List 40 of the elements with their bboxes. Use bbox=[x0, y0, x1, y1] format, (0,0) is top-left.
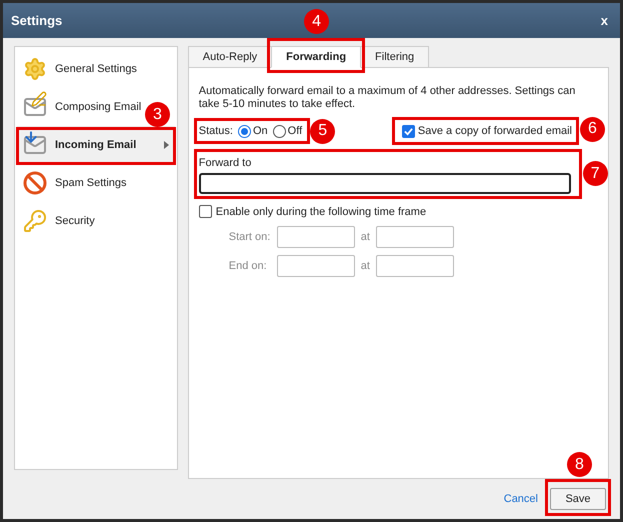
date-field[interactable] bbox=[276, 226, 355, 248]
checkbox[interactable] bbox=[402, 124, 415, 138]
time-label: at bbox=[360, 258, 370, 274]
description-text: Automatically forward email to a maximum of 4 other addresses. Settings can take 5-10 minutes to take effect. bbox=[198, 85, 576, 111]
step-number-badge: 5 bbox=[310, 118, 336, 144]
window-title: Settings bbox=[11, 12, 62, 30]
cancel-link[interactable]: Cancel bbox=[504, 490, 538, 508]
key-icon bbox=[23, 209, 47, 233]
radio-label: Off bbox=[288, 124, 302, 139]
forward-to-label: Forward to bbox=[198, 156, 252, 171]
sidebar-item[interactable]: Security bbox=[17, 202, 95, 240]
tab[interactable]: Auto-Reply bbox=[188, 46, 272, 68]
time-field[interactable] bbox=[376, 255, 454, 277]
time-label: at bbox=[360, 230, 370, 245]
close-button[interactable]: x bbox=[600, 10, 612, 30]
radio-label: On bbox=[252, 124, 268, 139]
date-field[interactable] bbox=[276, 255, 355, 277]
checkbox-label: Enable only during the following time frame bbox=[216, 204, 426, 220]
time-field[interactable] bbox=[376, 226, 454, 248]
date-label: End on: bbox=[228, 258, 268, 274]
sidebar-item[interactable]: Spam Settings bbox=[17, 164, 127, 202]
tab[interactable]: Filtering bbox=[360, 46, 430, 68]
tab[interactable]: Forwarding bbox=[271, 46, 362, 68]
radio-button[interactable] bbox=[272, 124, 286, 138]
checkbox-label: Save a copy of forwarded email bbox=[418, 124, 572, 139]
save-button[interactable]: Save bbox=[550, 488, 606, 510]
check-icon bbox=[404, 126, 413, 136]
step-number-badge: 6 bbox=[580, 116, 605, 142]
radio-button[interactable] bbox=[238, 124, 251, 138]
checkbox[interactable] bbox=[198, 205, 212, 218]
forward-to-field[interactable] bbox=[198, 172, 571, 194]
annotation-frame bbox=[545, 479, 611, 516]
ban-icon bbox=[23, 171, 47, 195]
date-label: Start on: bbox=[228, 230, 272, 245]
caret-icon bbox=[164, 141, 169, 149]
step-number-badge: 7 bbox=[582, 161, 608, 186]
step-number-badge: 3 bbox=[145, 102, 170, 127]
gear-icon bbox=[23, 57, 47, 81]
status-label: Status: bbox=[198, 124, 233, 139]
sidebar-item[interactable]: General Settings bbox=[17, 50, 137, 88]
